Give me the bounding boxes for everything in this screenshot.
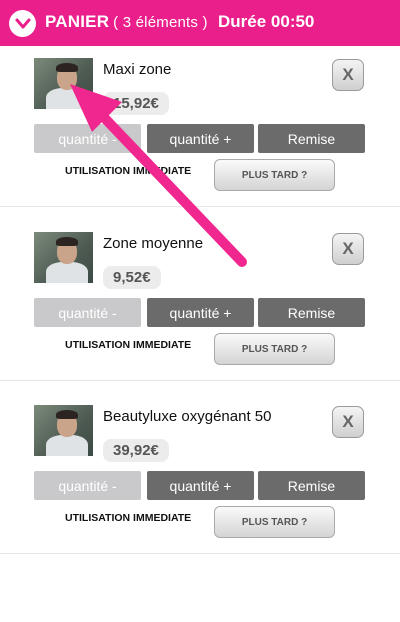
- session-duration: Durée 00:50: [218, 12, 315, 31]
- cart-title-text: PANIER: [45, 12, 110, 31]
- product-thumbnail: [34, 232, 93, 283]
- item-divider: [0, 553, 400, 554]
- item-actions: quantité - quantité + Remise: [34, 471, 365, 500]
- remove-item-button[interactable]: X: [332, 59, 364, 91]
- cart-title: PANIER( 3 éléments ): [45, 12, 208, 32]
- later-button[interactable]: PLUS TARD ?: [214, 159, 335, 191]
- quantity-plus-button[interactable]: quantité +: [147, 471, 254, 500]
- cart-item: Maxi zone 15,92€ X quantité - quantité +…: [0, 58, 400, 232]
- item-actions: quantité - quantité + Remise: [34, 124, 365, 153]
- discount-button[interactable]: Remise: [258, 471, 365, 500]
- cart-item: Beautyluxe oxygénant 50 39,92€ X quantit…: [0, 405, 400, 579]
- quantity-minus-button[interactable]: quantité -: [34, 298, 141, 327]
- item-actions: quantité - quantité + Remise: [34, 298, 365, 327]
- discount-button[interactable]: Remise: [258, 298, 365, 327]
- product-price: 39,92€: [103, 439, 169, 462]
- product-name: Beautyluxe oxygénant 50: [103, 408, 272, 425]
- product-thumbnail: [34, 405, 93, 456]
- immediate-use-label: UTILISATION IMMEDIATE: [65, 512, 192, 524]
- quantity-minus-button[interactable]: quantité -: [34, 124, 141, 153]
- product-price: 9,52€: [103, 266, 161, 289]
- item-divider: [0, 380, 400, 381]
- quantity-plus-button[interactable]: quantité +: [147, 298, 254, 327]
- chevron-down-circle-icon[interactable]: [9, 10, 36, 37]
- remove-item-button[interactable]: X: [332, 406, 364, 438]
- product-name: Maxi zone: [103, 61, 172, 78]
- remove-item-button[interactable]: X: [332, 233, 364, 265]
- immediate-use-label: UTILISATION IMMEDIATE: [65, 339, 192, 351]
- quantity-minus-button[interactable]: quantité -: [34, 471, 141, 500]
- cart-item: Zone moyenne 9,52€ X quantité - quantité…: [0, 232, 400, 406]
- cart-item-count: ( 3 éléments ): [113, 14, 208, 31]
- item-divider: [0, 206, 400, 207]
- discount-button[interactable]: Remise: [258, 124, 365, 153]
- product-thumbnail: [34, 58, 93, 109]
- later-button[interactable]: PLUS TARD ?: [214, 333, 335, 365]
- later-button[interactable]: PLUS TARD ?: [214, 506, 335, 538]
- product-name: Zone moyenne: [103, 235, 204, 252]
- quantity-plus-button[interactable]: quantité +: [147, 124, 254, 153]
- cart-header: PANIER( 3 éléments ) Durée 00:50: [0, 0, 400, 46]
- immediate-use-label: UTILISATION IMMEDIATE: [65, 165, 192, 177]
- product-price: 15,92€: [103, 92, 169, 115]
